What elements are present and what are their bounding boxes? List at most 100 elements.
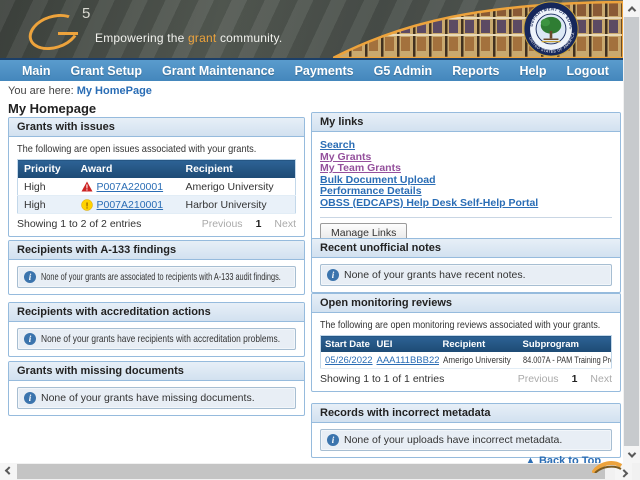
svg-text:!: ! (85, 183, 88, 192)
subprogram-cell: 84.007A - PAM Training Program (523, 355, 612, 366)
nav-main[interactable]: Main (12, 64, 60, 78)
priority-cell: High (18, 196, 75, 214)
grants-issues-table: Priority Award Recipient High ! P007A220… (17, 159, 296, 214)
info-icon: i (327, 269, 339, 281)
priority-cell: High (18, 178, 75, 196)
panel-missing-documents: Grants with missing documents i None of … (8, 361, 305, 416)
header-banner: 5 Empowering the grant community. DEPART… (0, 0, 623, 58)
panel-missing-docs-title: Grants with missing documents (9, 362, 304, 381)
page-1-button[interactable]: 1 (572, 373, 578, 385)
info-icon: i (24, 271, 36, 283)
recipient-cell: Amerigo University (180, 178, 296, 196)
previous-button[interactable]: Previous (202, 218, 243, 230)
divider (320, 217, 612, 218)
pagination: Previous 1 Next (518, 373, 612, 385)
panel-incorrect-metadata: Records with incorrect metadata i None o… (311, 403, 621, 458)
grants-issues-intro: The following are open issues associated… (17, 143, 256, 155)
accreditation-message: None of your grants have recipients with… (41, 333, 280, 345)
link-performance-details[interactable]: Performance Details (320, 186, 612, 198)
svg-text:!: ! (85, 200, 88, 210)
g5-logo-5: 5 (82, 5, 90, 22)
nav-reports[interactable]: Reports (442, 64, 509, 78)
info-message-box: i None of your uploads have incorrect me… (320, 429, 612, 451)
info-icon: i (327, 434, 339, 446)
panel-recent-notes-title: Recent unofficial notes (312, 239, 620, 258)
tagline-prefix: Empowering the (95, 31, 188, 45)
info-icon: i (24, 392, 36, 404)
link-my-team-grants[interactable]: My Team Grants (320, 163, 612, 175)
chevron-down-icon (627, 449, 635, 457)
nav-payments[interactable]: Payments (285, 64, 364, 78)
panel-monitoring-reviews: Open monitoring reviews The following ar… (311, 293, 621, 392)
department-of-education-seal-icon: DEPARTMENT OF EDUCATION UNITED STATES OF… (523, 1, 579, 57)
breadcrumb-prefix: You are here: (8, 85, 74, 97)
link-search[interactable]: Search (320, 140, 612, 152)
breadcrumb-current-link[interactable]: My HomePage (77, 85, 152, 97)
next-button[interactable]: Next (274, 218, 296, 230)
scroll-up-button[interactable] (623, 0, 640, 17)
col-priority: Priority (18, 160, 75, 179)
info-message-box: i None of your grants have recent notes. (320, 264, 612, 286)
monitoring-intro: The following are open monitoring review… (320, 319, 600, 331)
horizontal-scrollbar[interactable] (0, 463, 640, 480)
info-message-box: i None of your grants have missing docum… (17, 387, 296, 409)
main-nav: Main Grant Setup Grant Maintenance Payme… (0, 58, 623, 81)
award-link[interactable]: P007A220001 (97, 181, 164, 193)
award-link[interactable]: P007A210001 (97, 199, 164, 211)
panel-accreditation-title: Recipients with accreditation actions (9, 303, 304, 322)
panel-monitoring-title: Open monitoring reviews (312, 294, 620, 313)
info-message-box: i None of your grants have recipients wi… (17, 328, 296, 350)
info-icon: i (24, 333, 36, 345)
nav-grant-maintenance[interactable]: Grant Maintenance (152, 64, 285, 78)
panel-a133-title: Recipients with A-133 findings (9, 241, 304, 260)
nav-help[interactable]: Help (509, 64, 556, 78)
pagination: Previous 1 Next (202, 218, 296, 230)
vertical-scroll-thumb[interactable] (624, 17, 639, 446)
metadata-message: None of your uploads have incorrect meta… (344, 434, 562, 446)
vertical-scrollbar[interactable] (623, 0, 640, 463)
tagline: Empowering the grant community. (95, 31, 282, 45)
link-obss-help-desk[interactable]: OBSS (EDCAPS) Help Desk Self-Help Portal (320, 198, 612, 210)
nav-g5-admin[interactable]: G5 Admin (364, 64, 443, 78)
recipient-cell: Amerigo University (443, 355, 511, 366)
tagline-suffix: community. (216, 31, 282, 45)
previous-button[interactable]: Previous (518, 373, 559, 385)
panel-metadata-title: Records with incorrect metadata (312, 404, 620, 423)
page-title: My Homepage (8, 101, 96, 116)
table-row: High ! P007A220001 Amerigo University (18, 178, 296, 196)
showing-entries: Showing 1 to 2 of 2 entries (17, 218, 141, 230)
missing-docs-message: None of your grants have missing documen… (41, 392, 255, 404)
panel-recent-notes: Recent unofficial notes i None of your g… (311, 238, 621, 293)
horizontal-scroll-thumb[interactable] (17, 464, 605, 479)
panel-grants-with-issues: Grants with issues The following are ope… (8, 117, 305, 237)
red-alert-triangle-icon: ! (81, 181, 93, 192)
recipient-cell: Harbor University (180, 196, 296, 214)
table-row: High ! P007A210001 Harbor University (18, 196, 296, 214)
col-uei: UEI (373, 336, 439, 353)
start-date-link[interactable]: 05/26/2022 (325, 355, 373, 366)
chevron-up-icon (627, 6, 635, 14)
chevron-left-icon (4, 466, 12, 474)
scroll-down-button[interactable] (623, 446, 640, 463)
panel-grants-with-issues-title: Grants with issues (9, 118, 304, 137)
g5-homepage: 5 Empowering the grant community. DEPART… (0, 0, 640, 480)
nav-grant-setup[interactable]: Grant Setup (60, 64, 152, 78)
col-start-date: Start Date (321, 336, 373, 353)
uei-link[interactable]: AAA111BBB222 (377, 355, 439, 366)
g5-logo: 5 (28, 7, 90, 53)
col-subprogram: Subprogram (519, 336, 612, 353)
info-message-box: i None of your grants are associated to … (17, 266, 296, 288)
scroll-left-button[interactable] (0, 463, 17, 480)
nav-logout[interactable]: Logout (557, 64, 619, 78)
showing-entries: Showing 1 to 1 of 1 entries (320, 373, 444, 385)
g5-logo-bar (58, 32, 78, 35)
table-row: 05/26/2022 AAA111BBB222 Amerigo Universi… (321, 352, 612, 369)
next-button[interactable]: Next (590, 373, 612, 385)
panel-a133-findings: Recipients with A-133 findings i None of… (8, 240, 305, 295)
my-links-list: Search My Grants My Team Grants Bulk Doc… (320, 138, 612, 213)
panel-my-links: My links Search My Grants My Team Grants… (311, 112, 621, 250)
page-1-button[interactable]: 1 (256, 218, 262, 230)
panel-my-links-title: My links (312, 113, 620, 132)
bookshelf-swoosh-image (333, 0, 623, 58)
breadcrumb: You are here: My HomePage (8, 85, 152, 97)
